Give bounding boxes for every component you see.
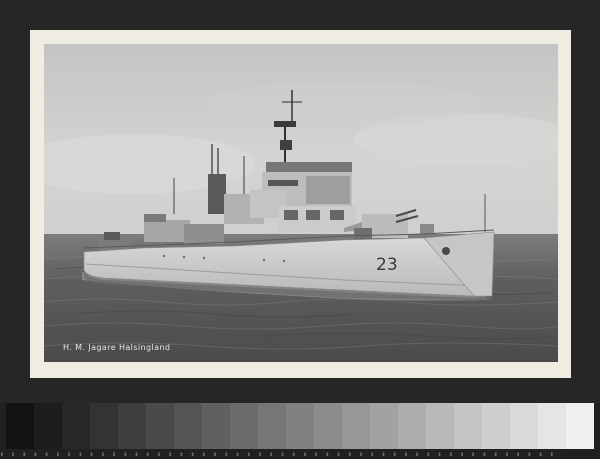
gray-scale-patch	[202, 403, 230, 449]
ship-photo: 23	[44, 44, 558, 362]
gray-scale-patch	[230, 403, 258, 449]
gray-scale-patch	[90, 403, 118, 449]
gray-scale-patch	[118, 403, 146, 449]
gray-scale-patch	[174, 403, 202, 449]
gray-scale-patch	[454, 403, 482, 449]
gray-scale-patch	[370, 403, 398, 449]
gray-scale-tick-marks: ▮ ▮ ▮ ▮ ▮ ▮ ▮ ▮ ▮ ▮ ▮ ▮ ▮ ▮ ▮ ▮ ▮ ▮ ▮ ▮ …	[0, 451, 556, 458]
gray-scale-patch	[62, 403, 90, 449]
gray-scale-patch	[510, 403, 538, 449]
gray-scale-patch	[538, 403, 566, 449]
gray-scale-patch	[258, 403, 286, 449]
gray-scale-patch	[398, 403, 426, 449]
cloud	[204, 82, 484, 126]
gray-scale-patch	[34, 403, 62, 449]
hull-number: 23	[376, 255, 398, 275]
ship-photo-svg: 23	[44, 44, 558, 362]
photo-caption: H. M. Jagare Halsingland	[63, 343, 171, 352]
gray-scale-patch	[146, 403, 174, 449]
gray-scale-patch	[286, 403, 314, 449]
gray-scale-patch	[342, 403, 370, 449]
gray-scale-patch	[314, 403, 342, 449]
gray-scale-patch	[426, 403, 454, 449]
gray-scale-patch	[566, 403, 594, 449]
gray-scale-patch	[482, 403, 510, 449]
gray-scale-patch	[6, 403, 34, 449]
